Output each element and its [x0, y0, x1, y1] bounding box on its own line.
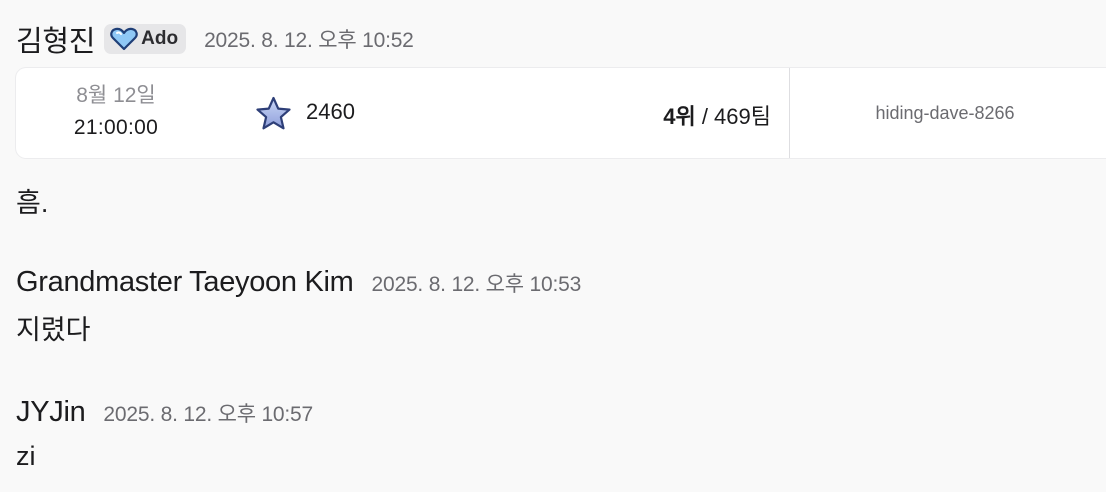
card-datetime: 8월 12일 21:00:00 [16, 82, 216, 146]
message-header: Grandmaster Taeyoon Kim 2025. 8. 12. 오후 … [16, 266, 581, 299]
star-icon [256, 96, 291, 130]
author-name[interactable]: 김형진 [16, 18, 95, 60]
user-badge[interactable]: Ado [104, 24, 187, 54]
rank-position: 4위 [663, 104, 696, 129]
team-name: hiding-dave-8266 [875, 103, 1015, 123]
message-timestamp: 2025. 8. 12. 오후 10:57 [103, 402, 314, 426]
blue-heart-icon [110, 27, 138, 51]
badge-label: Ado [141, 28, 179, 49]
message-text: 지렸다 [16, 315, 91, 345]
message-timestamp: 2025. 8. 12. 오후 10:53 [371, 272, 582, 296]
chat-log: 김형진 Ado 2025. 8. 12. 오후 10:52 8월 12일 21:… [0, 0, 1106, 492]
author-name[interactable]: Grandmaster Taeyoon Kim [16, 266, 354, 299]
card-time: 21:00:00 [73, 116, 159, 139]
message-text: 흠. [16, 188, 49, 218]
message-header: 김형진 Ado 2025. 8. 12. 오후 10:52 [16, 18, 414, 60]
message-timestamp: 2025. 8. 12. 오후 10:52 [204, 29, 414, 52]
score-card[interactable]: 8월 12일 21:00:00 2460 4위 / 469팀 hiding-da… [16, 68, 1106, 158]
message-header: JYJin 2025. 8. 12. 오후 10:57 [16, 396, 313, 429]
rank-total: 469팀 [714, 104, 771, 129]
score-value: 2460 [306, 99, 355, 124]
author-name[interactable]: JYJin [16, 396, 86, 429]
message-text: zi [16, 441, 36, 471]
rank-text: 4위 / 469팀 [663, 99, 771, 131]
rank-separator: / [695, 104, 715, 129]
card-date: 8월 12일 [76, 84, 156, 107]
